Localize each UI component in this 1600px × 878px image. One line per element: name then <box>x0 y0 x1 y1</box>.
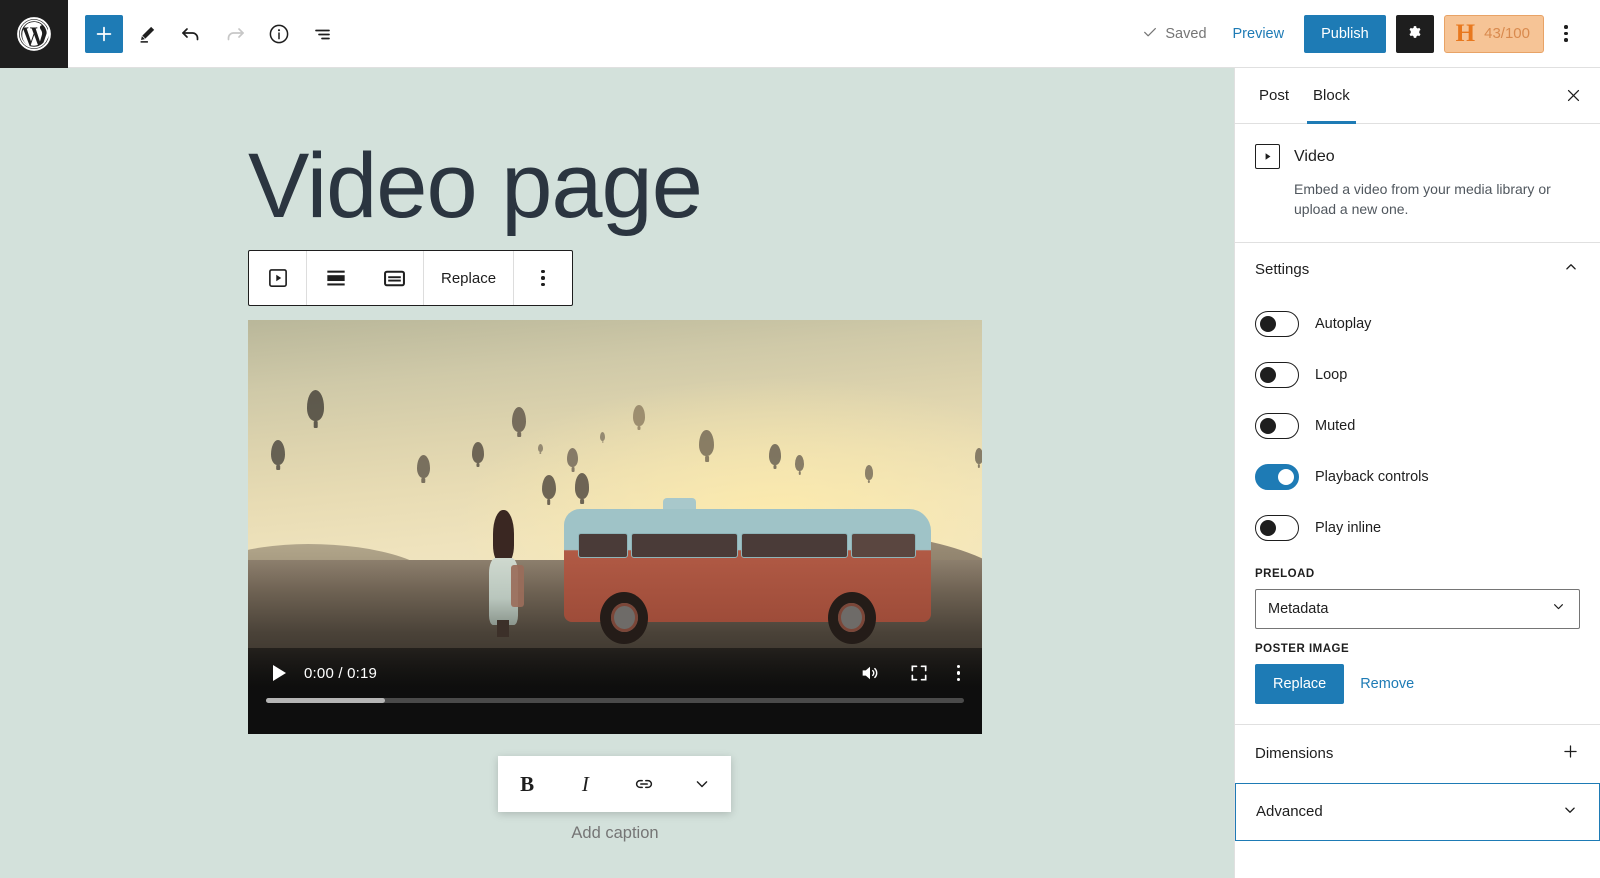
block-info-card: Video Embed a video from your media libr… <box>1235 124 1600 243</box>
play-icon[interactable] <box>262 664 298 682</box>
chevron-down-icon <box>1561 801 1579 823</box>
text-format-toolbar: B I <box>498 756 731 812</box>
editor-top-bar: Saved Preview Publish H 43/100 <box>0 0 1600 68</box>
settings-body: Autoplay Loop Muted Playback controls Pl… <box>1235 297 1600 724</box>
muted-label: Muted <box>1315 418 1355 434</box>
sidebar-tabs: Post Block <box>1235 68 1600 124</box>
tab-post[interactable]: Post <box>1247 68 1301 124</box>
camper-van <box>564 488 931 641</box>
link-icon[interactable] <box>615 756 673 812</box>
info-circle-icon[interactable] <box>259 14 299 54</box>
panel-advanced[interactable]: Advanced <box>1235 783 1600 841</box>
bold-button[interactable]: B <box>498 756 556 812</box>
poster-remove-button[interactable]: Remove <box>1360 676 1414 692</box>
person-figure <box>487 510 521 634</box>
video-block[interactable]: 0:00 / 0:19 <box>248 320 982 734</box>
top-bar-actions: Saved Preview Publish H 43/100 <box>1130 14 1600 54</box>
caption-placeholder[interactable]: Add caption <box>248 824 982 843</box>
checkmark-icon <box>1142 24 1158 44</box>
editor-canvas[interactable]: Video page <box>0 68 1234 878</box>
page-title[interactable]: Video page <box>248 140 702 232</box>
autoplay-toggle[interactable] <box>1255 311 1299 337</box>
setting-autoplay[interactable]: Autoplay <box>1255 299 1580 350</box>
saved-status: Saved <box>1130 24 1218 44</box>
align-center-icon[interactable] <box>307 251 365 305</box>
publish-button[interactable]: Publish <box>1304 15 1386 53</box>
settings-section-header[interactable]: Settings <box>1235 243 1600 297</box>
play-inline-toggle[interactable] <box>1255 515 1299 541</box>
chevron-down-icon <box>1550 598 1567 619</box>
video-progress-bar[interactable] <box>266 698 964 703</box>
gear-icon[interactable] <box>1396 15 1434 53</box>
italic-button[interactable]: I <box>556 756 614 812</box>
plus-icon[interactable] <box>1561 742 1580 765</box>
saved-label: Saved <box>1165 26 1206 42</box>
more-format-chevron-down-icon[interactable] <box>673 756 731 812</box>
video-options-kebab-icon[interactable] <box>957 665 961 682</box>
setting-loop[interactable]: Loop <box>1255 350 1580 401</box>
setting-play-inline[interactable]: Play inline <box>1255 503 1580 554</box>
volume-icon[interactable] <box>859 662 881 684</box>
preview-link[interactable]: Preview <box>1219 26 1299 42</box>
block-title: Video <box>1294 148 1335 166</box>
video-buffered-segment <box>266 698 385 703</box>
wordpress-logo-icon[interactable] <box>0 0 68 68</box>
redo-button[interactable] <box>215 14 255 54</box>
kebab-menu-icon[interactable] <box>1546 14 1586 54</box>
poster-actions: Replace Remove <box>1255 664 1580 704</box>
settings-sidebar: Post Block Video Embed a video from your… <box>1234 68 1600 878</box>
hemingway-score-badge[interactable]: H 43/100 <box>1444 15 1544 53</box>
video-controls: 0:00 / 0:19 <box>248 648 982 734</box>
block-description: Embed a video from your media library or… <box>1255 179 1578 220</box>
setting-muted[interactable]: Muted <box>1255 401 1580 452</box>
fullscreen-icon[interactable] <box>909 663 929 683</box>
replace-button[interactable]: Replace <box>424 251 514 305</box>
dimensions-label: Dimensions <box>1255 745 1333 762</box>
poster-replace-button[interactable]: Replace <box>1255 664 1344 704</box>
close-icon[interactable] <box>1554 77 1592 115</box>
panel-dimensions[interactable]: Dimensions <box>1235 725 1600 783</box>
add-block-button[interactable] <box>85 15 123 53</box>
top-bar-tools <box>68 14 343 54</box>
hemingway-letter: H <box>1456 21 1475 46</box>
preload-label: PRELOAD <box>1255 568 1580 580</box>
autoplay-label: Autoplay <box>1315 316 1371 332</box>
editor-body: Video page <box>0 68 1600 878</box>
playback-controls-label: Playback controls <box>1315 469 1429 485</box>
video-block-icon <box>1255 144 1280 169</box>
playback-controls-toggle[interactable] <box>1255 464 1299 490</box>
alignment-group <box>307 251 424 305</box>
preload-value: Metadata <box>1268 601 1328 617</box>
chevron-up-icon <box>1562 258 1580 281</box>
muted-toggle[interactable] <box>1255 413 1299 439</box>
tab-block[interactable]: Block <box>1301 68 1362 124</box>
list-view-button[interactable] <box>303 14 343 54</box>
video-time-display: 0:00 / 0:19 <box>304 665 377 682</box>
poster-image-label: POSTER IMAGE <box>1255 643 1580 655</box>
caption-icon[interactable] <box>365 251 423 305</box>
preload-select[interactable]: Metadata <box>1255 589 1580 629</box>
wordpress-block-editor: Saved Preview Publish H 43/100 Video pag… <box>0 0 1600 878</box>
setting-playback-controls[interactable]: Playback controls <box>1255 452 1580 503</box>
hemingway-score: 43/100 <box>1484 25 1530 42</box>
edit-tool-button[interactable] <box>127 14 167 54</box>
settings-title: Settings <box>1255 261 1309 278</box>
play-inline-label: Play inline <box>1315 520 1381 536</box>
advanced-label: Advanced <box>1256 803 1323 820</box>
block-options-kebab-icon[interactable] <box>514 251 572 305</box>
loop-label: Loop <box>1315 367 1347 383</box>
loop-toggle[interactable] <box>1255 362 1299 388</box>
block-toolbar: Replace <box>248 250 573 306</box>
video-block-icon[interactable] <box>249 251 307 305</box>
undo-button[interactable] <box>171 14 211 54</box>
